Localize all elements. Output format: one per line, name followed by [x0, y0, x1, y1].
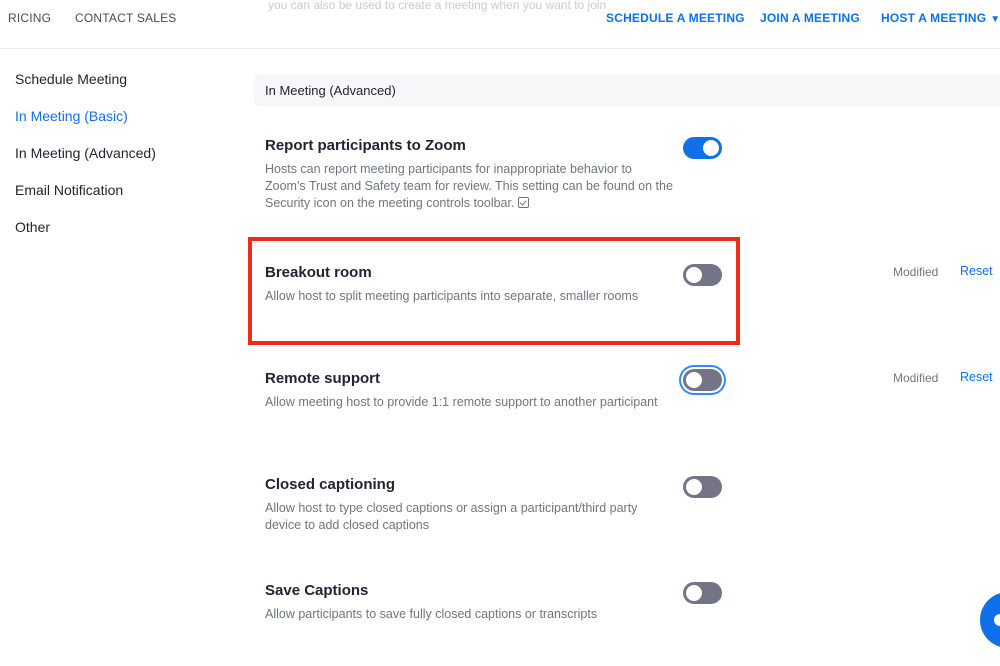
setting-closed-captioning: Closed captioning Allow host to type clo… [265, 476, 675, 534]
nav-link-join-meeting[interactable]: JOIN A MEETING [760, 11, 860, 25]
setting-title: Save Captions [265, 582, 369, 599]
toggle-knob [686, 479, 702, 495]
toggle-closed-captioning[interactable] [683, 476, 722, 498]
toggle-knob [703, 140, 719, 156]
reset-link-remote-support[interactable]: Reset [960, 370, 993, 384]
sidebar-item-other[interactable]: Other [15, 219, 50, 235]
modified-label: Modified [893, 265, 939, 279]
nav-link-schedule-meeting[interactable]: SCHEDULE A MEETING [606, 11, 745, 25]
setting-description: Allow meeting host to provide 1:1 remote… [265, 395, 658, 409]
host-meeting-label: HOST A MEETING [881, 11, 987, 25]
section-title: In Meeting (Advanced) [265, 83, 396, 98]
chat-dot [994, 614, 1000, 626]
section-header: In Meeting (Advanced) [254, 74, 1000, 106]
toggle-report-participants[interactable] [683, 137, 722, 159]
nav-link-pricing[interactable]: RICING [8, 11, 51, 25]
sidebar-item-in-meeting-basic[interactable]: In Meeting (Basic) [15, 108, 128, 124]
modified-label: Modified [893, 371, 939, 385]
toggle-knob [686, 372, 702, 388]
sidebar-item-schedule-meeting[interactable]: Schedule Meeting [15, 71, 127, 87]
toggle-remote-support[interactable] [683, 369, 722, 391]
security-icon [518, 197, 530, 208]
setting-title: Closed captioning [265, 476, 396, 493]
toggle-knob [686, 585, 702, 601]
setting-save-captions: Save Captions Allow participants to save… [265, 582, 675, 623]
nav-link-host-meeting[interactable]: HOST A MEETING ▼ [881, 11, 1000, 25]
setting-description: Allow participants to save fully closed … [265, 607, 598, 621]
setting-description: Hosts can report meeting participants fo… [265, 161, 675, 212]
setting-title: Remote support [265, 370, 381, 387]
setting-description-text: Hosts can report meeting participants fo… [265, 162, 673, 210]
setting-report-participants: Report participants to Zoom Hosts can re… [265, 137, 675, 212]
top-navigation: you can also be used to create a meeting… [0, 0, 1000, 49]
sidebar-item-email-notification[interactable]: Email Notification [15, 182, 123, 198]
nav-link-contact-sales[interactable]: CONTACT SALES [75, 11, 177, 25]
faded-banner-text: you can also be used to create a meeting… [268, 0, 607, 12]
setting-title: Report participants to Zoom [265, 137, 466, 154]
reset-link-breakout-room[interactable]: Reset [960, 264, 993, 278]
highlight-box [248, 237, 740, 345]
caret-down-icon: ▼ [990, 14, 1000, 25]
toggle-save-captions[interactable] [683, 582, 722, 604]
setting-remote-support: Remote support Allow meeting host to pro… [265, 370, 675, 411]
chat-bubble-icon[interactable] [980, 592, 1000, 648]
sidebar-item-in-meeting-advanced[interactable]: In Meeting (Advanced) [15, 145, 156, 161]
setting-description: Allow host to type closed captions or as… [265, 501, 638, 532]
